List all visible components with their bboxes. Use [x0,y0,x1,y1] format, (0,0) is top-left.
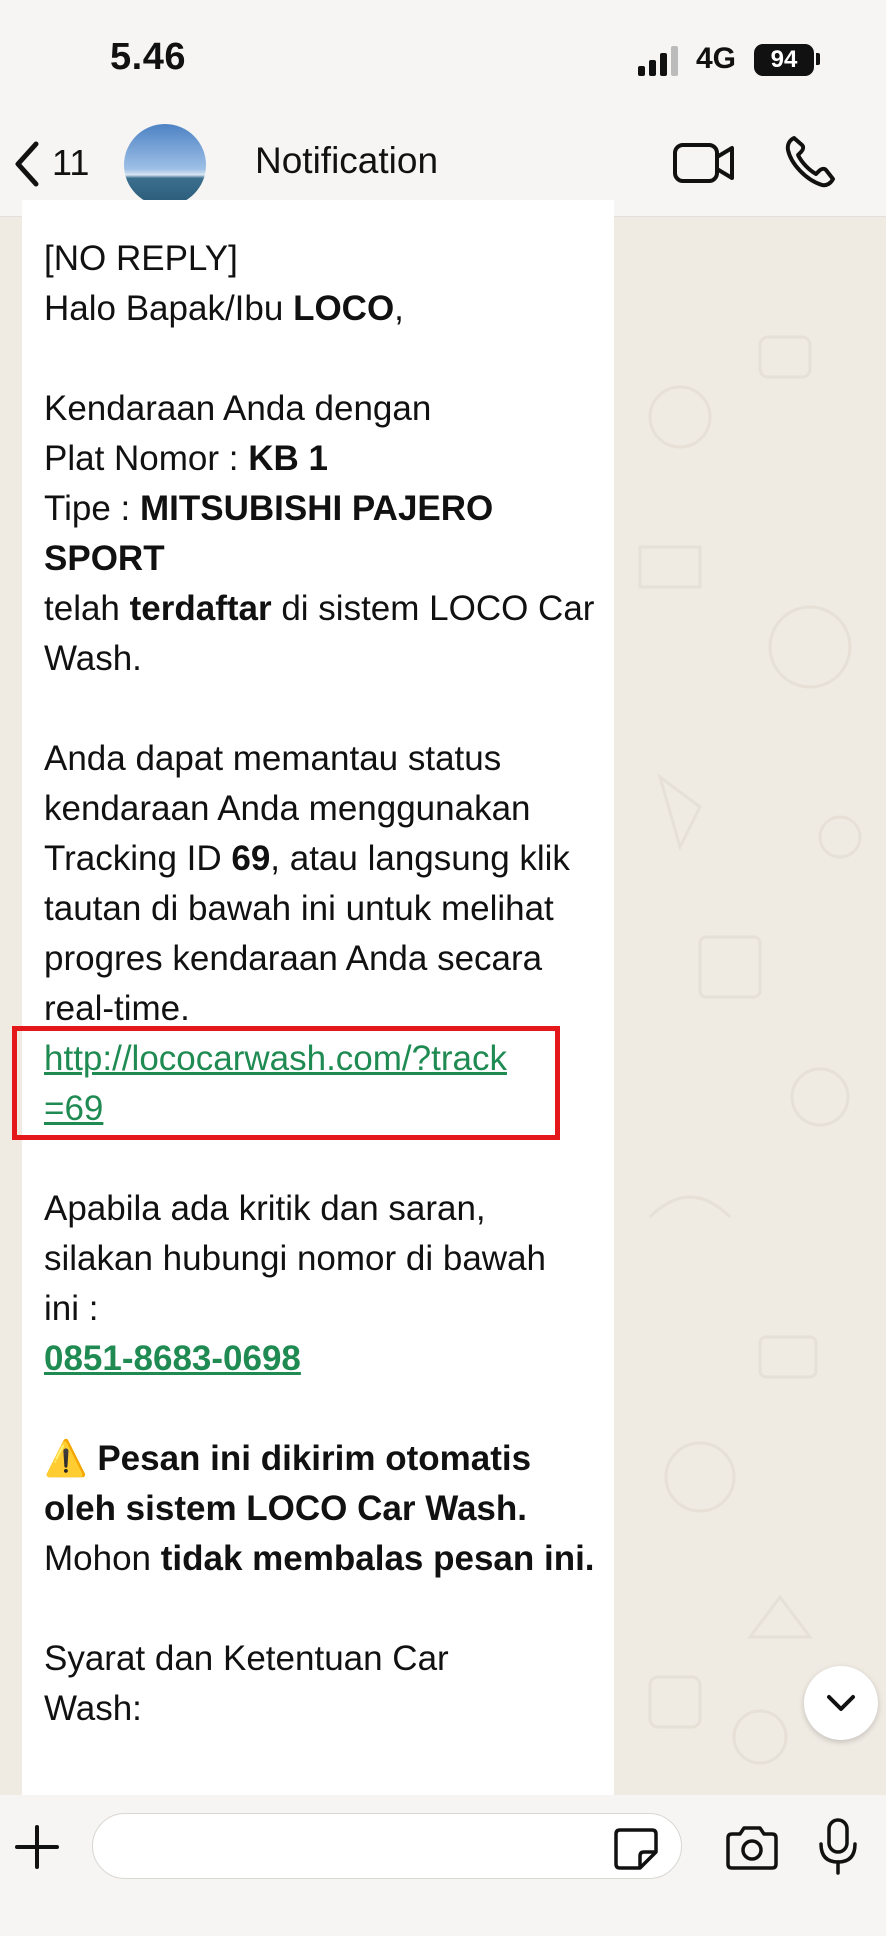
vehicle-type-line: Tipe : MITSUBISHI PAJERO SPORT [44,489,494,578]
link-highlight-box [12,1026,560,1140]
plate-number-line: Plat Nomor : KB 1 [44,439,328,478]
phone-number-link[interactable]: 0851-8683-0698 [44,1334,604,1384]
back-unread-count[interactable]: 11 [52,142,89,184]
phone-icon[interactable] [784,134,836,190]
registered-line: telah terdaftar di sistem LOCO Car Wash. [44,589,595,678]
signal-icon [638,46,682,76]
no-reply-tag: [NO REPLY] [44,239,238,278]
auto-message-warning: ⚠️ Pesan ini dikirim otomatis oleh siste… [44,1439,595,1578]
message-input[interactable] [92,1813,682,1879]
status-time: 5.46 [110,36,186,78]
chevron-left-icon[interactable] [8,138,48,190]
contact-name[interactable]: Notification [255,140,438,182]
avatar[interactable] [124,124,206,206]
battery-tip [816,53,820,65]
message-text: [NO REPLY] Halo Bapak/Ibu LOCO, Kendaraa… [44,234,604,1734]
scroll-down-button[interactable] [804,1666,878,1740]
battery-indicator: 94 [754,44,814,76]
camera-icon[interactable] [724,1826,780,1870]
vehicle-intro: Kendaraan Anda dengan [44,389,432,428]
feedback-paragraph: Apabila ada kritik dan saran, silakan hu… [44,1189,546,1328]
tracking-paragraph: Anda dapat memantau status kendaraan And… [44,739,570,1028]
plus-icon[interactable] [14,1824,60,1870]
network-type: 4G [696,42,737,75]
terms-heading: Syarat dan Ketentuan Car Wash: [44,1639,449,1728]
greeting-line: Halo Bapak/Ibu LOCO, [44,289,404,328]
chevron-down-icon [827,1695,855,1711]
microphone-icon[interactable] [818,1818,858,1876]
sticker-icon[interactable] [612,1826,660,1872]
warning-icon: ⚠️ [44,1439,88,1478]
video-call-icon[interactable] [672,140,736,186]
